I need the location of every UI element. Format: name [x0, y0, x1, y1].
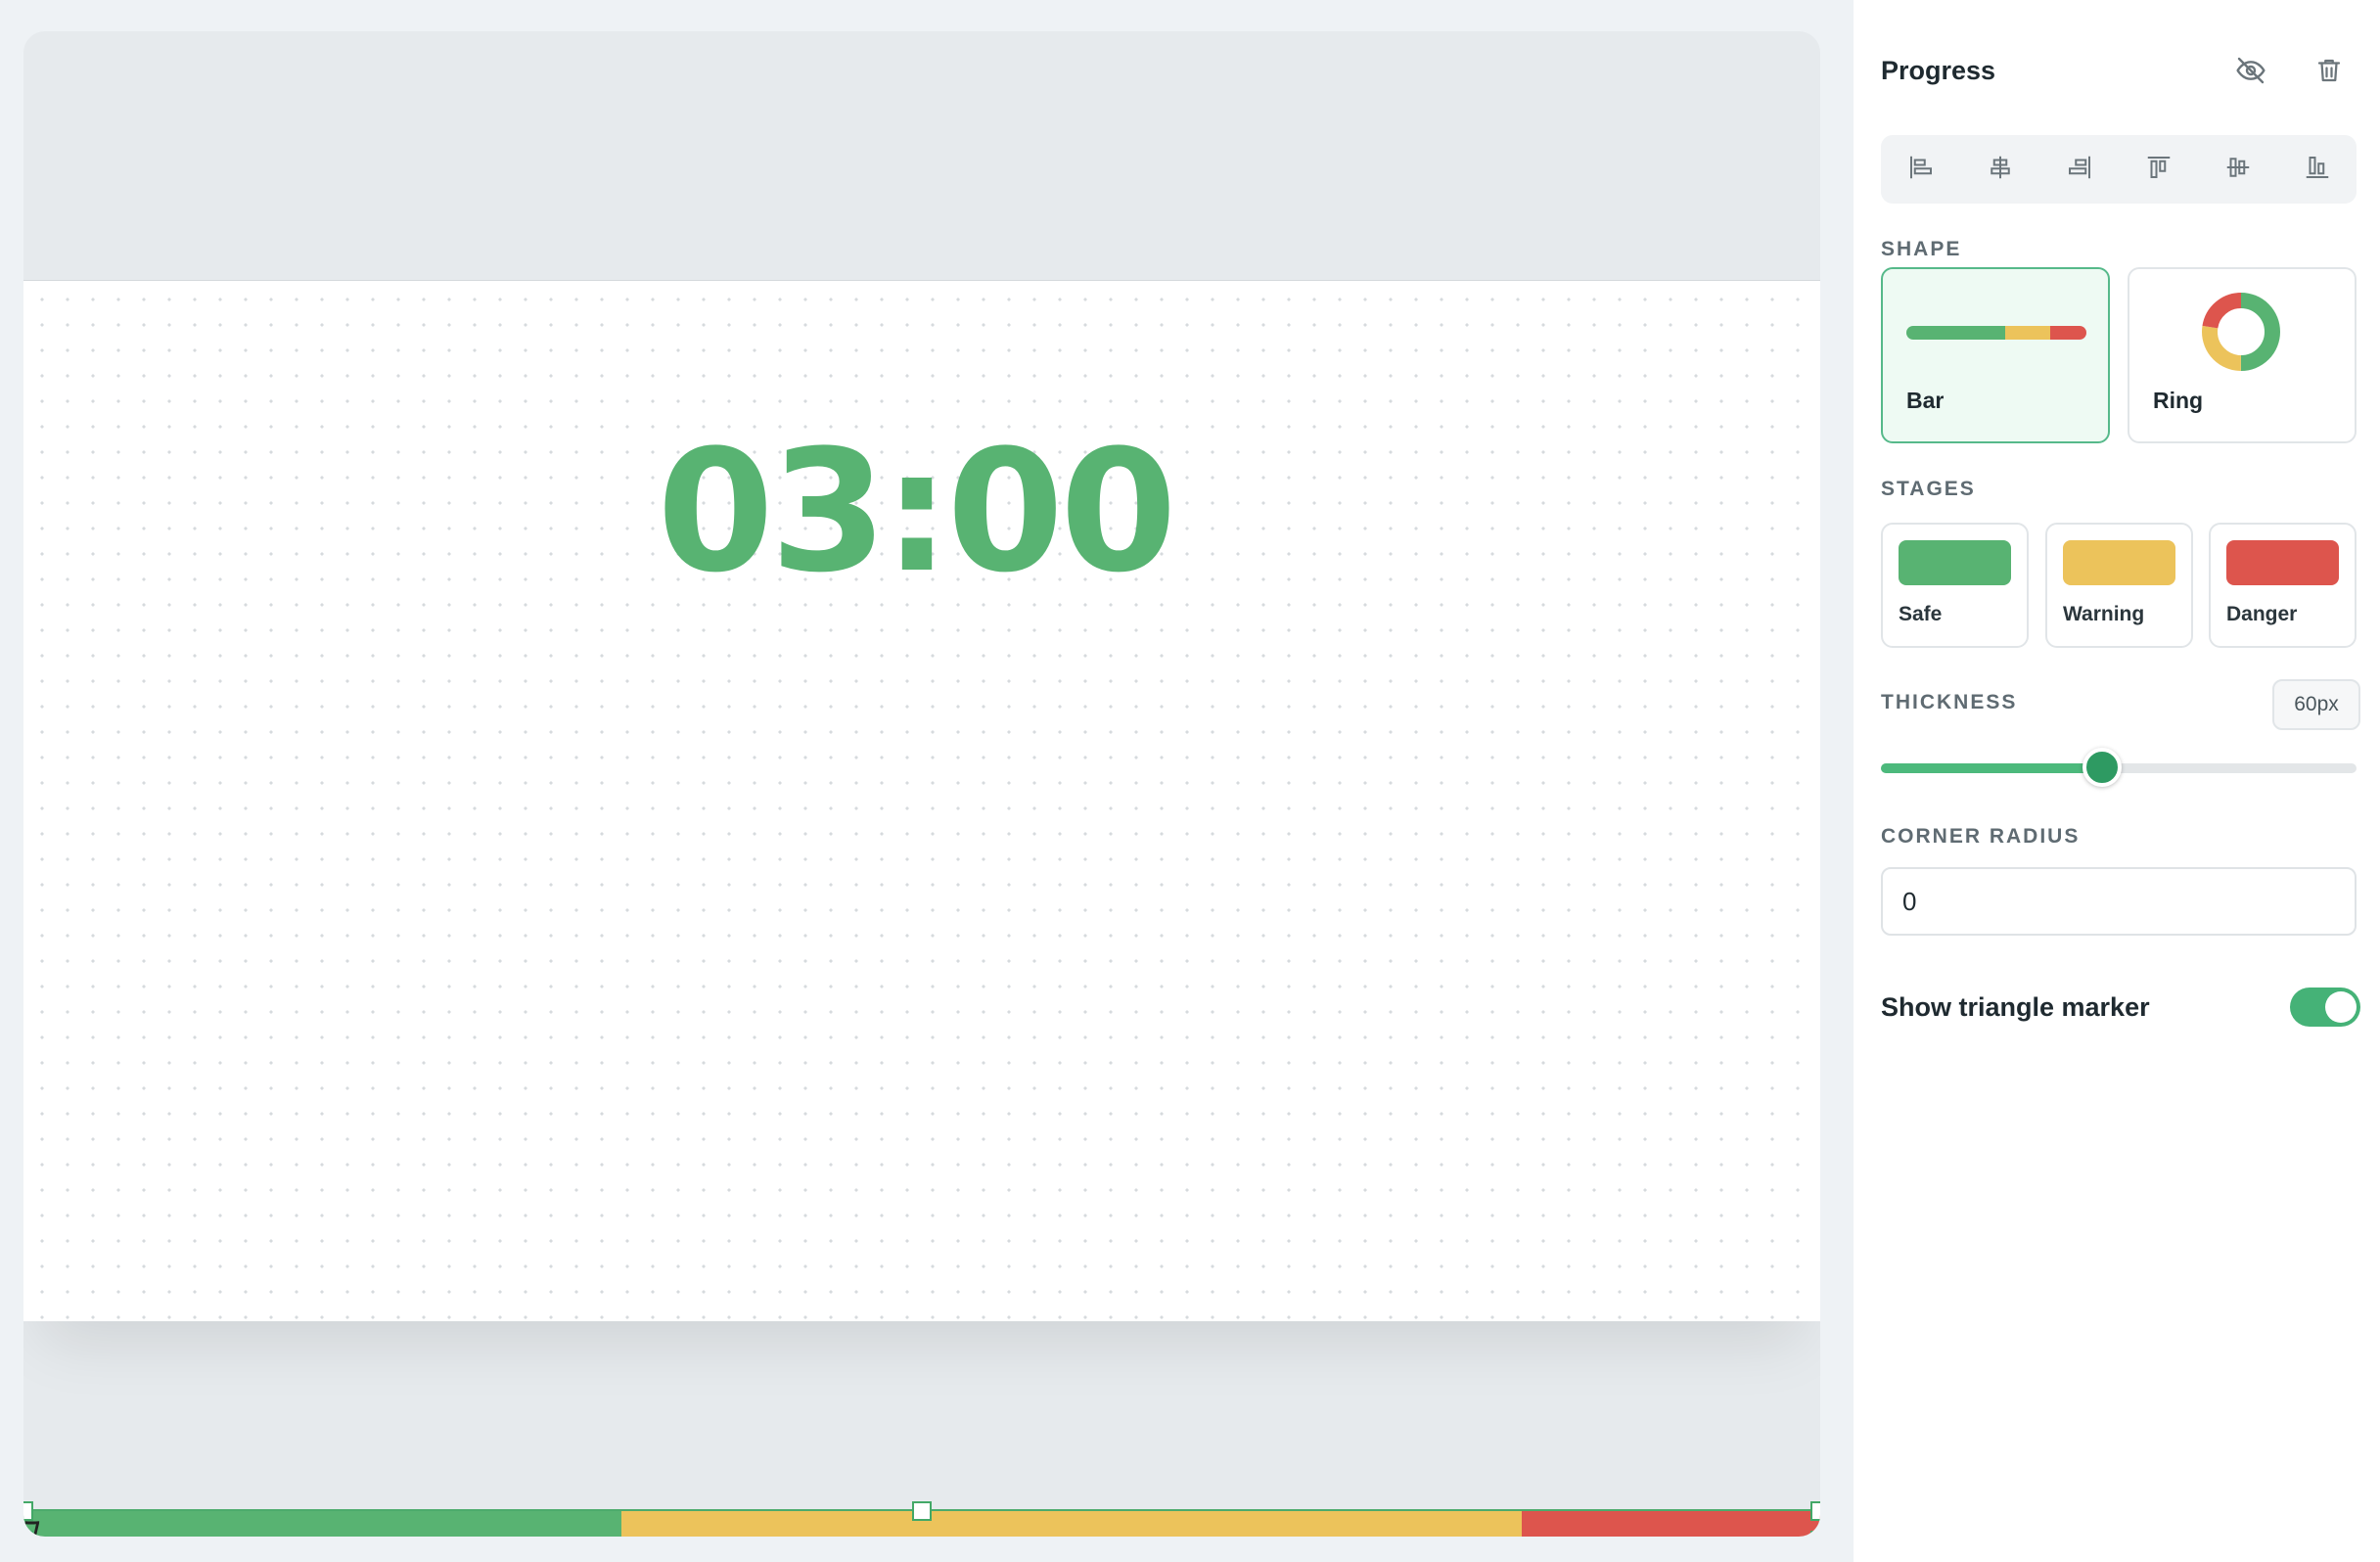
bar-shape-preview: [1906, 326, 2086, 340]
alignment-toolbar: [1881, 135, 2357, 204]
panel-header: Progress: [1881, 47, 2357, 94]
align-left-icon[interactable]: [1906, 153, 1936, 187]
thickness-value-chip[interactable]: 60px: [2272, 679, 2360, 730]
thickness-section-label: THICKNESS: [1881, 691, 2018, 713]
align-top-icon[interactable]: [2144, 153, 2174, 187]
triangle-marker-label: Show triangle marker: [1881, 991, 2150, 1022]
thickness-slider[interactable]: [1881, 748, 2357, 787]
progress-segment-safe: [23, 1511, 622, 1537]
stage-swatch-safe[interactable]: [1899, 540, 2011, 585]
progress-segment-danger: [1522, 1511, 1820, 1537]
align-center-horizontal-icon[interactable]: [1986, 153, 2015, 187]
trash-icon[interactable]: [2302, 47, 2357, 94]
stage-label: Safe: [1899, 603, 1943, 625]
stage-card-safe[interactable]: Safe: [1881, 523, 2029, 648]
shape-option-label: Bar: [1906, 388, 1945, 413]
shape-option-bar[interactable]: Bar: [1881, 267, 2110, 443]
properties-panel: Progress SHAPE Bar Ring STAGES Safe Warn…: [1854, 0, 2380, 1562]
stages-section-label: STAGES: [1881, 478, 1976, 500]
stage-swatch-warning[interactable]: [2063, 540, 2175, 585]
eye-off-icon[interactable]: [2223, 47, 2278, 94]
align-bottom-icon[interactable]: [2303, 153, 2332, 187]
shape-option-label: Ring: [2153, 388, 2204, 413]
corner-radius-section-label: CORNER RADIUS: [1881, 825, 2081, 848]
align-center-vertical-icon[interactable]: [2223, 153, 2253, 187]
stage-label: Warning: [2063, 603, 2145, 625]
stage-frame: 03:00 ⁊: [23, 31, 1820, 1537]
slide-canvas[interactable]: 03:00 ⁊: [23, 280, 1820, 1537]
resize-handle-right[interactable]: [1810, 1531, 1820, 1537]
stage-card-danger[interactable]: Danger: [2209, 523, 2357, 648]
resize-handle-top[interactable]: [912, 1501, 932, 1521]
thickness-slider-thumb[interactable]: [2082, 748, 2122, 787]
resize-handle-left[interactable]: [23, 1531, 33, 1537]
shape-section-label: SHAPE: [1881, 238, 1962, 260]
resize-handle-top-left[interactable]: [23, 1501, 33, 1521]
panel-title: Progress: [1881, 55, 1996, 85]
stage-label: Danger: [2226, 603, 2298, 625]
shape-option-ring[interactable]: Ring: [2128, 267, 2357, 443]
progress-segment-warning: [621, 1511, 1523, 1537]
align-right-icon[interactable]: [2065, 153, 2094, 187]
stage-card-warning[interactable]: Warning: [2045, 523, 2193, 648]
triangle-marker-toggle[interactable]: [2290, 988, 2360, 1027]
canvas-workspace: 03:00 ⁊: [0, 0, 1854, 1562]
toggle-knob: [2325, 991, 2357, 1023]
ring-shape-preview: [2202, 293, 2280, 371]
thickness-slider-fill: [1881, 763, 2102, 773]
corner-radius-input[interactable]: 0: [1881, 867, 2357, 936]
timer-display[interactable]: 03:00: [23, 428, 1820, 596]
resize-handle-top-right[interactable]: [1810, 1501, 1820, 1521]
stage-swatch-danger[interactable]: [2226, 540, 2339, 585]
triangle-marker-row: Show triangle marker: [1881, 985, 2360, 1030]
